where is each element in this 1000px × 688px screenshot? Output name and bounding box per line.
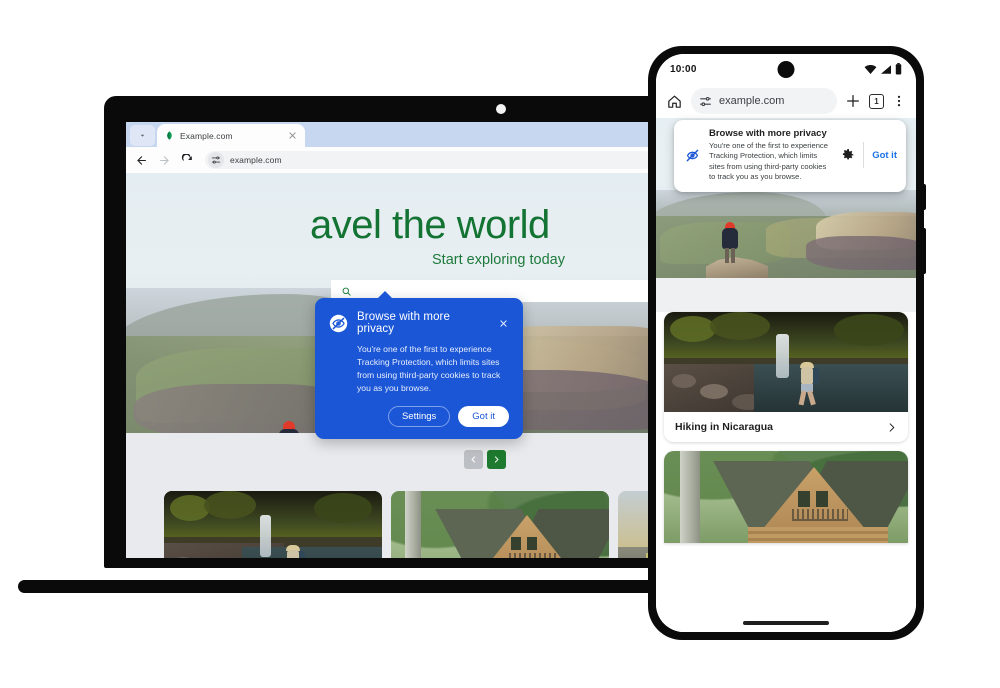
laptop-screen: Example.com example.com avel the world S…: [126, 122, 662, 558]
desktop-toolbar: example.com: [126, 147, 662, 173]
gesture-nav-pill[interactable]: [743, 621, 829, 625]
tune-icon[interactable]: [208, 152, 224, 168]
card-caption: Hiking in Nicaragua: [675, 421, 774, 433]
desktop-url-text: example.com: [230, 155, 282, 165]
wifi-icon: [864, 64, 877, 74]
page-headline: avel the world: [310, 203, 550, 247]
tooltip-header: Browse with more privacy: [329, 311, 509, 335]
status-icons: [864, 63, 902, 75]
cellular-signal-icon: [881, 64, 891, 74]
chevron-down-icon[interactable]: [130, 125, 155, 146]
card-image: [664, 312, 908, 412]
dialog-title: Browse with more privacy: [709, 128, 827, 139]
arrow-back-icon[interactable]: [135, 154, 148, 167]
phone-power-button[interactable]: [922, 184, 926, 210]
phone-section-gap: [656, 278, 916, 312]
carousel-next-button[interactable]: [487, 450, 506, 469]
phone-device: 10:00 example.com 1 Hiking in Nicaragua …: [648, 46, 926, 640]
eye-slash-icon: [329, 314, 348, 332]
tooltip-settings-button[interactable]: Settings: [387, 406, 451, 428]
page-subheadline: Start exploring today: [432, 252, 565, 268]
browser-tab[interactable]: Example.com: [157, 124, 305, 147]
tooltip-body: You're one of the first to experience Tr…: [357, 344, 501, 394]
card-image: [664, 451, 908, 543]
tooltip-actions: Settings Got it: [329, 406, 509, 428]
front-camera-icon: [777, 61, 795, 78]
log-cabin-card[interactable]: [664, 451, 908, 543]
screenshot-stage: Example.com example.com avel the world S…: [0, 0, 1000, 688]
desktop-tabstrip: Example.com: [126, 122, 662, 147]
desktop-card-carousel: [126, 491, 662, 558]
dialog-icon-wrap: [682, 147, 702, 164]
webcam-dot-icon: [496, 104, 506, 114]
status-time: 10:00: [670, 63, 697, 75]
dialog-text-wrap: Browse with more privacy You're one of t…: [709, 128, 834, 183]
more-vertical-icon[interactable]: [892, 93, 906, 109]
close-icon[interactable]: [498, 318, 509, 329]
tune-icon[interactable]: [699, 95, 712, 108]
carousel-prev-button[interactable]: [464, 450, 483, 469]
close-icon[interactable]: [287, 130, 298, 141]
phone-screen: 10:00 example.com 1 Hiking in Nicaragua …: [656, 54, 916, 632]
dialog-actions: Got it: [841, 142, 897, 169]
home-icon[interactable]: [666, 93, 683, 110]
eye-slash-icon: [686, 149, 698, 162]
phone-omnibox[interactable]: example.com: [691, 88, 837, 114]
dialog-divider: [863, 142, 865, 169]
phone-privacy-dialog: Browse with more privacy You're one of t…: [674, 120, 906, 192]
phone-page: Start exploring today: [656, 118, 916, 632]
carousel-controls-band: [126, 433, 662, 491]
battery-icon: [895, 63, 902, 75]
dialog-body: You're one of the first to experience Tr…: [709, 141, 828, 182]
waterfall-hiker-card[interactable]: [164, 491, 382, 558]
gesture-nav-bar: [656, 614, 916, 632]
phone-status-bar: 10:00: [656, 54, 916, 84]
phone-url-text: example.com: [719, 95, 785, 107]
example-site-favicon: [167, 131, 172, 140]
hiking-nicaragua-card[interactable]: Hiking in Nicaragua: [664, 312, 908, 442]
tooltip-title: Browse with more privacy: [357, 311, 450, 335]
carousel-arrows: [464, 450, 506, 469]
log-cabin-card[interactable]: [391, 491, 609, 558]
desktop-omnibox[interactable]: example.com: [205, 151, 653, 169]
gear-icon[interactable]: [841, 148, 855, 162]
arrow-forward-icon: [160, 155, 169, 165]
tab-counter-button[interactable]: 1: [869, 93, 884, 109]
phone-volume-button[interactable]: [922, 228, 926, 274]
plus-icon[interactable]: [845, 93, 861, 109]
tooltip-got-it-button[interactable]: Got it: [458, 406, 509, 428]
phone-card-list: Hiking in Nicaragua: [656, 312, 916, 543]
phone-hero-landscape: [656, 190, 916, 278]
chevron-right-icon[interactable]: [886, 422, 897, 433]
laptop-device: Example.com example.com avel the world S…: [18, 96, 770, 593]
dialog-got-it-button[interactable]: Got it: [872, 150, 897, 161]
card-caption-row: Hiking in Nicaragua: [664, 412, 908, 442]
hiker-figure: [718, 222, 742, 264]
tab-title: Example.com: [180, 130, 233, 141]
search-icon: [342, 287, 351, 296]
privacy-tooltip: Browse with more privacy You're one of t…: [315, 291, 523, 440]
tooltip-arrow: [377, 291, 393, 299]
phone-toolbar: example.com 1: [656, 84, 916, 118]
reload-icon[interactable]: [181, 153, 194, 167]
hiker-figure: [274, 421, 304, 433]
